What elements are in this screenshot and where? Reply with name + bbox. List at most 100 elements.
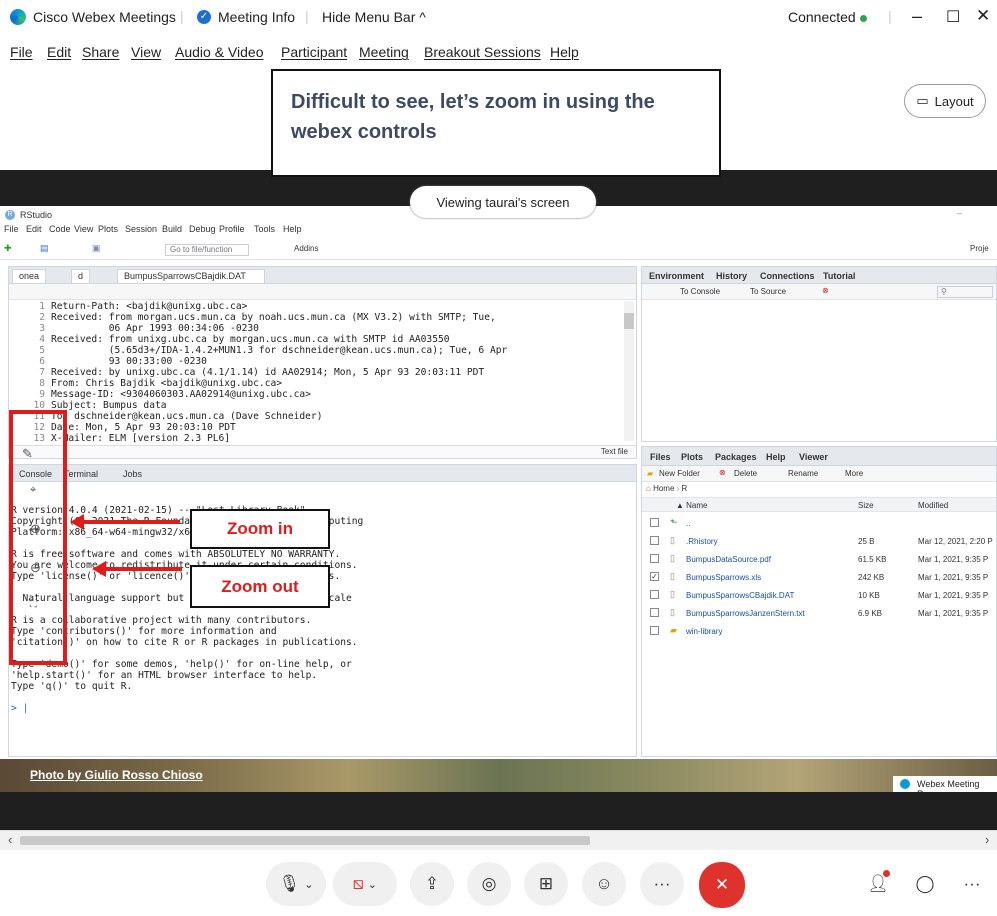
menu-edit[interactable]: Edit <box>47 44 71 60</box>
editor-line: 1 Return-Path: <bajdik@unixg.ubc.ca> <box>11 301 621 312</box>
hide-menu-bar-button[interactable]: Hide Menu Bar ^ <box>322 9 426 25</box>
line-number: 5 <box>39 345 45 356</box>
file-name[interactable]: win-library <box>686 627 722 636</box>
video-button[interactable]: ⧅ ⌄ <box>333 862 397 906</box>
menu-view[interactable]: View <box>131 44 161 60</box>
line-text: Return-Path: <bajdik@unixg.ubc.ca> <box>51 301 248 312</box>
file-row[interactable]: ▯ BumpusSparrowsJanzenStern.txt 6.9 KB Mar … <box>642 604 996 622</box>
file-name[interactable]: .Rhistory <box>686 537 718 546</box>
line-number: 8 <box>39 378 45 389</box>
photo-credit-link[interactable]: Photo by Giulio Rosso Chioso <box>30 768 203 782</box>
file-name[interactable]: BumpusSparrows.xls <box>686 573 761 582</box>
file-row[interactable]: ✓ ▯ BumpusSparrows.xls 242 KB Mar 1, 2021, 9… <box>642 568 996 586</box>
share-stage-bottom <box>0 792 997 830</box>
history-tab: History <box>716 271 748 281</box>
home-icon: ⌂ <box>646 484 651 493</box>
file-icon: ▯ <box>670 607 675 617</box>
file-size: 25 B <box>858 537 875 546</box>
file-checkbox[interactable] <box>650 608 659 617</box>
line-text: 06 Apr 1993 00:34:06 -0230 <box>51 323 259 334</box>
to-source-button: To Source <box>750 287 787 296</box>
status-dot <box>860 15 867 22</box>
meeting-info-button[interactable]: Meeting Info <box>218 9 295 25</box>
participants-button[interactable]: 👤︎ <box>856 862 900 906</box>
line-text: Received: from morgan.ucs.mun.ca by noah… <box>51 312 496 323</box>
file-size: 61.5 KB <box>858 555 887 564</box>
laser-pointer-icon[interactable]: ⌖ <box>30 484 36 497</box>
apps-button[interactable]: ⊞ <box>524 862 568 906</box>
zoom-in-icon[interactable]: ⊕ <box>30 521 41 537</box>
menu-participant[interactable]: Participant <box>281 44 347 60</box>
editor-line: 4 Received: from unixg.ubc.ca by morgan.u… <box>11 334 621 345</box>
plots-tab: Plots <box>681 452 704 462</box>
editor-line: 13 X-Mailer: ELM [version 2.3 PL6] <box>11 433 621 444</box>
menu-file[interactable]: File <box>10 44 33 60</box>
file-name[interactable]: BumpusDataSource.pdf <box>686 555 771 564</box>
file-checkbox[interactable] <box>650 626 659 635</box>
fit-screen-icon[interactable]: ⛶ <box>30 599 37 610</box>
leave-meeting-button[interactable]: ✕ <box>699 862 745 908</box>
editor-tab: d <box>71 269 91 283</box>
packages-tab: Packages <box>715 452 757 462</box>
file-icon: ▯ <box>670 535 675 545</box>
more-button: More <box>845 469 864 478</box>
file-row[interactable]: ⬑.. <box>642 514 996 532</box>
rs-menu-view: View <box>74 224 94 234</box>
menu-audio-video[interactable]: Audio & Video <box>175 44 263 60</box>
divider: | <box>888 8 892 24</box>
editor-line: 2 Received: from morgan.ucs.mun.ca by noa… <box>11 312 621 323</box>
file-name[interactable]: .. <box>686 519 690 528</box>
file-checkbox[interactable] <box>650 518 659 527</box>
annotation-pen-icon[interactable]: ✎ <box>22 446 33 462</box>
line-number: 7 <box>39 367 45 378</box>
file-checkbox[interactable] <box>650 536 659 545</box>
history-search-icon: ⚲ <box>937 286 993 298</box>
minimize-icon[interactable]: – <box>912 6 922 27</box>
more-options-button[interactable]: ··· <box>640 862 684 906</box>
scroll-left-icon[interactable]: ‹ <box>8 832 12 847</box>
save-icon: ▣ <box>92 243 101 253</box>
horizontal-scrollbar[interactable]: ‹ › <box>0 830 997 850</box>
line-text: Received: from unixg.ubc.ca by morgan.uc… <box>51 334 450 345</box>
menu-share[interactable]: Share <box>82 44 119 60</box>
menu-help[interactable]: Help <box>550 44 579 60</box>
menu-breakout-sessions[interactable]: Breakout Sessions <box>424 44 541 60</box>
more-icon: ··· <box>963 874 981 893</box>
open-file-icon: ▤ <box>40 243 49 253</box>
goto-file-input: Go to file/function <box>165 244 249 256</box>
file-row[interactable]: ▯ .Rhistory 25 B Mar 12, 2021, 2:20 P <box>642 532 996 550</box>
rs-menu-profile: Profile <box>219 224 245 234</box>
maximize-icon[interactable]: ☐ <box>946 7 960 27</box>
editor-line: 8 From: Chris Bajdik <bajdik@unixg.ubc.ca… <box>11 378 621 389</box>
file-checkbox[interactable] <box>650 554 659 563</box>
chat-button[interactable]: ◯ <box>903 862 947 906</box>
close-icon[interactable]: ✕ <box>976 6 990 26</box>
file-name[interactable]: BumpusSparrowsJanzenStern.txt <box>686 609 805 618</box>
scroll-right-icon[interactable]: › <box>985 832 989 847</box>
share-button[interactable]: ⇪ <box>410 862 454 906</box>
file-row[interactable]: ▰ win-library <box>642 622 996 640</box>
file-name[interactable]: BumpusSparrowsCBajdik.DAT <box>686 591 794 600</box>
file-checkbox[interactable] <box>650 590 659 599</box>
reactions-button[interactable]: ☺ <box>582 862 626 906</box>
help-tab: Help <box>766 452 786 462</box>
files-table: ⬑.. ▯ .Rhistory 25 B Mar 12, 2021, 2:20 P ▯ Bu… <box>642 514 996 644</box>
zoom-in-arrow-head <box>70 514 84 530</box>
mute-button[interactable]: 🎙︎ ⌄ <box>266 862 326 906</box>
menu-meeting[interactable]: Meeting <box>359 44 409 60</box>
close-icon: ✕ <box>714 875 730 894</box>
rstudio-logo-icon: R <box>5 210 15 220</box>
file-checkbox[interactable]: ✓ <box>650 572 659 581</box>
file-row[interactable]: ▯ BumpusSparrowsCBajdik.DAT 10 KB Mar 1, 20… <box>642 586 996 604</box>
layout-button[interactable]: ▭ Layout <box>904 84 986 118</box>
record-button[interactable]: ◎ <box>467 862 511 906</box>
file-icon: ▯ <box>670 571 675 581</box>
more-panels-button[interactable]: ··· <box>950 862 994 906</box>
zoom-out-icon[interactable]: ⊖ <box>30 560 41 576</box>
apps-grid-icon: ⊞ <box>538 874 554 893</box>
scroll-thumb[interactable] <box>20 836 590 845</box>
line-text: 93 00:33:00 -0230 <box>51 356 207 367</box>
file-row[interactable]: ▯ BumpusDataSource.pdf 61.5 KB Mar 1, 2021,… <box>642 550 996 568</box>
file-modified: Mar 1, 2021, 9:35 P <box>918 591 989 600</box>
console-line: 'help.start()' for an HTML browser inter… <box>11 670 318 681</box>
